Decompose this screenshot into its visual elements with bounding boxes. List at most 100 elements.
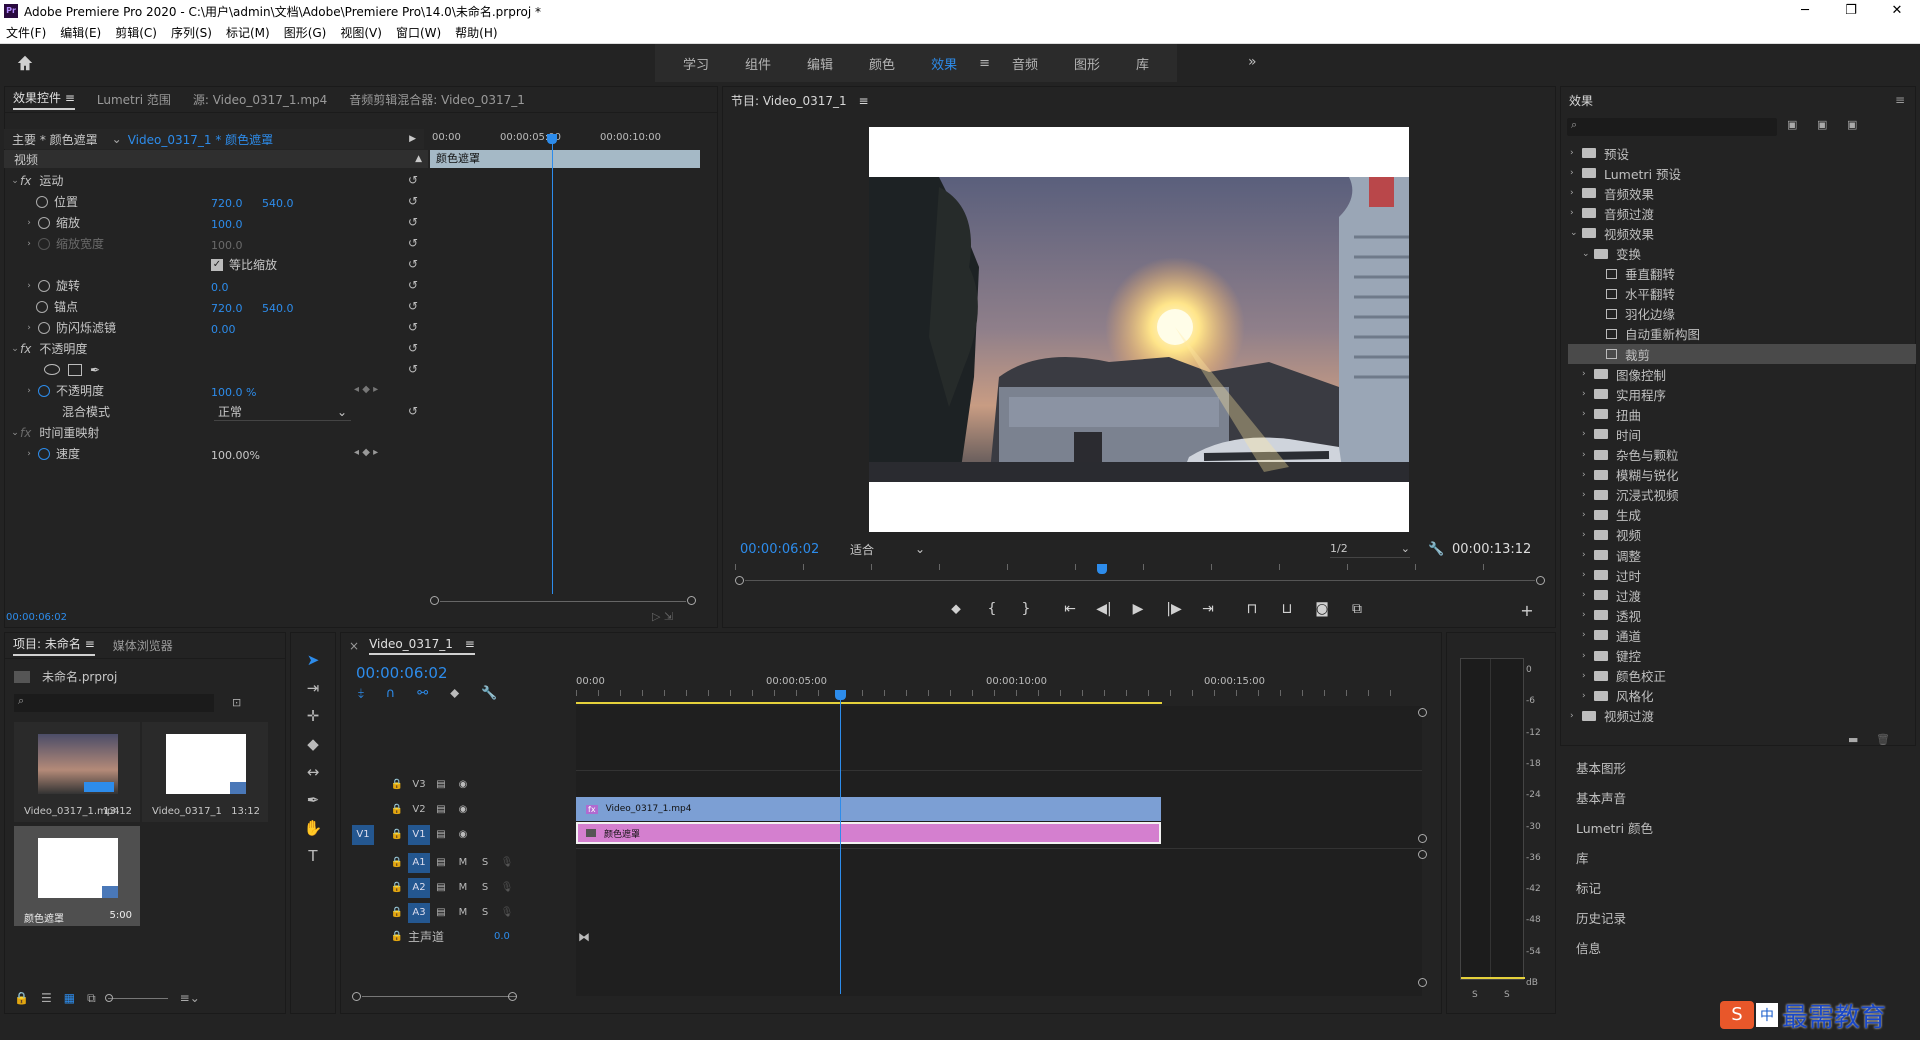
effects-tree-item[interactable]: › 沉浸式视频 [1582, 485, 1679, 505]
workspace-menu-icon[interactable]: ≡ [975, 56, 994, 71]
track-label[interactable]: A1 [408, 852, 430, 873]
opacity-section-row[interactable]: ⌄ fx 不透明度 [10, 338, 87, 359]
ec-time-ruler[interactable]: 00:00 00:00:05:00 00:00:10:00 [430, 128, 700, 148]
stopwatch-icon[interactable] [36, 300, 48, 313]
effects-tree-item[interactable]: › 视频过渡 [1570, 706, 1654, 726]
effects-tree-item[interactable]: › 预设 [1570, 143, 1629, 163]
ec-filter-icons[interactable]: ▷ ⇲ [652, 610, 673, 623]
go-to-out-button[interactable]: ⇥ [1196, 601, 1220, 617]
workspace-effects[interactable]: 效果 [913, 54, 975, 73]
effects-tree-item[interactable]: › 实用程序 [1582, 384, 1666, 404]
master-end-icon[interactable]: ⧓ [578, 930, 590, 944]
effects-tree-item[interactable]: › 键控 [1582, 646, 1641, 666]
menu-marker[interactable]: 标记(M) [226, 24, 270, 41]
stopwatch-icon[interactable] [36, 195, 48, 208]
stopwatch-icon[interactable] [38, 321, 50, 334]
timeline-settings-icon[interactable]: 🔧 [481, 686, 497, 701]
effects-tree-item[interactable]: ⌄ 视频效果 [1570, 223, 1654, 243]
ripple-edit-tool-icon[interactable]: ✛ [307, 707, 320, 725]
tab-audio-clip-mixer[interactable]: 音频剪辑混合器: Video_0317_1 [349, 91, 525, 108]
close-icon[interactable]: × [349, 639, 359, 653]
mark-in-button[interactable]: { [980, 601, 1004, 617]
workspace-editing[interactable]: 编辑 [789, 54, 851, 73]
chevron-right-icon[interactable]: › [1582, 550, 1594, 560]
effects-tree-item[interactable]: › 过渡 [1582, 585, 1641, 605]
panel-essential-sound[interactable]: 基本声音 [1576, 788, 1626, 807]
sync-lock-icon[interactable]: ▤ [430, 903, 452, 923]
time-remap-row[interactable]: ⌄ fx 时间重映射 [10, 422, 99, 443]
reset-icon[interactable]: ↺ [408, 254, 422, 275]
chevron-right-icon[interactable]: › [1582, 470, 1594, 480]
slip-tool-icon[interactable]: ↔ [307, 763, 320, 781]
sync-lock-icon[interactable]: ▤ [430, 775, 452, 795]
ec-timecode[interactable]: 00:00:06:02 [6, 612, 67, 623]
sync-lock-icon[interactable]: ▤ [430, 825, 452, 845]
panel-info[interactable]: 信息 [1576, 938, 1601, 957]
reset-icon[interactable]: ↺ [408, 359, 422, 401]
program-playhead[interactable] [1097, 564, 1107, 574]
lock-icon[interactable]: 🔒 [386, 800, 408, 820]
selection-tool-icon[interactable]: ➤ [307, 651, 320, 669]
effects-tree-item[interactable]: › 音频效果 [1570, 183, 1654, 203]
scroll-handle[interactable] [687, 596, 696, 605]
effects-tree-item[interactable]: › 音频过渡 [1570, 203, 1654, 223]
effects-tree-item[interactable]: › 颜色校正 [1582, 666, 1666, 686]
go-to-in-button[interactable]: ⇤ [1058, 601, 1082, 617]
program-monitor-title[interactable]: 节目: Video_0317_1 ≡ [731, 92, 869, 109]
menu-clip[interactable]: 剪辑(C) [115, 24, 157, 41]
ellipse-mask-icon[interactable] [44, 364, 60, 375]
speed-value[interactable]: 100.00% [211, 449, 260, 462]
solo-button[interactable]: S [474, 903, 496, 923]
chevron-right-icon[interactable]: › [1582, 651, 1594, 661]
effects-tree-item[interactable]: › 视频 [1582, 525, 1641, 545]
chevron-right-icon[interactable]: › [1582, 389, 1594, 399]
motion-row[interactable]: ⌄ fx 运动 [10, 170, 63, 191]
sort-icon[interactable]: ≡⌄ [180, 991, 200, 1005]
reset-icon[interactable]: ↺ [408, 212, 422, 233]
play-button[interactable]: ▶ [1126, 601, 1150, 617]
effects-tree-item[interactable]: 垂直翻转 [1594, 264, 1675, 284]
chevron-right-icon[interactable]: › [1570, 188, 1582, 198]
reset-icon[interactable]: ↺ [408, 170, 422, 191]
rectangle-mask-icon[interactable] [68, 363, 82, 376]
effects-tree-item[interactable]: 水平翻转 [1594, 284, 1675, 304]
track-label[interactable]: V2 [408, 800, 430, 820]
collapse-icon[interactable]: ▲ [415, 154, 422, 164]
stopwatch-icon[interactable] [38, 384, 50, 397]
list-view-icon[interactable]: ☰ [41, 991, 52, 1005]
menu-window[interactable]: 窗口(W) [396, 24, 441, 41]
chevron-right-icon[interactable]: › [1582, 610, 1594, 620]
eye-icon[interactable]: ◉ [452, 825, 474, 845]
effects-tree-item[interactable]: › 生成 [1582, 505, 1641, 525]
close-button[interactable]: ✕ [1874, 0, 1920, 22]
lock-icon[interactable]: 🔒 [386, 825, 408, 845]
step-forward-button[interactable]: |▶ [1162, 601, 1186, 617]
effects-tree-item[interactable]: › 风格化 [1582, 686, 1654, 706]
panel-lumetri-color[interactable]: Lumetri 颜色 [1576, 818, 1653, 837]
reset-icon[interactable]: ↺ [408, 401, 422, 422]
stopwatch-icon[interactable] [38, 447, 50, 460]
workspace-assembly[interactable]: 组件 [727, 54, 789, 73]
chevron-right-icon[interactable]: › [1582, 429, 1594, 439]
project-item-video[interactable]: Video_0317_1.mp4 13:12 [14, 722, 140, 822]
workspace-graphics[interactable]: 图形 [1056, 54, 1118, 73]
quality-select[interactable]: 1/2 ⌄ [1330, 540, 1410, 558]
effects-tree-item[interactable]: 裁剪 [1568, 344, 1916, 364]
tab-lumetri-scopes[interactable]: Lumetri 范围 [97, 91, 171, 108]
home-button[interactable] [14, 52, 36, 74]
position-y-value[interactable]: 540.0 [262, 197, 294, 210]
find-icon[interactable]: ⊡ [232, 696, 241, 709]
timeline-playhead[interactable] [835, 690, 846, 700]
maximize-button[interactable]: ❐ [1828, 0, 1874, 22]
reset-icon[interactable]: ↺ [408, 317, 422, 338]
effects-tree-item[interactable]: › 扭曲 [1582, 404, 1641, 424]
master-clip-label[interactable]: 主要 * 颜色遮罩 [12, 131, 98, 148]
minimize-button[interactable]: ─ [1782, 0, 1828, 22]
effects-tree-item[interactable]: 羽化边缘 [1594, 304, 1675, 324]
step-back-button[interactable]: ◀| [1092, 601, 1116, 617]
program-timecode[interactable]: 00:00:06:02 [740, 542, 819, 557]
fit-select[interactable]: 适合 ⌄ [850, 540, 925, 558]
rotation-value[interactable]: 0.0 [211, 281, 229, 294]
workspace-overflow-icon[interactable]: » [1248, 54, 1257, 70]
eye-icon[interactable]: ◉ [452, 775, 474, 795]
